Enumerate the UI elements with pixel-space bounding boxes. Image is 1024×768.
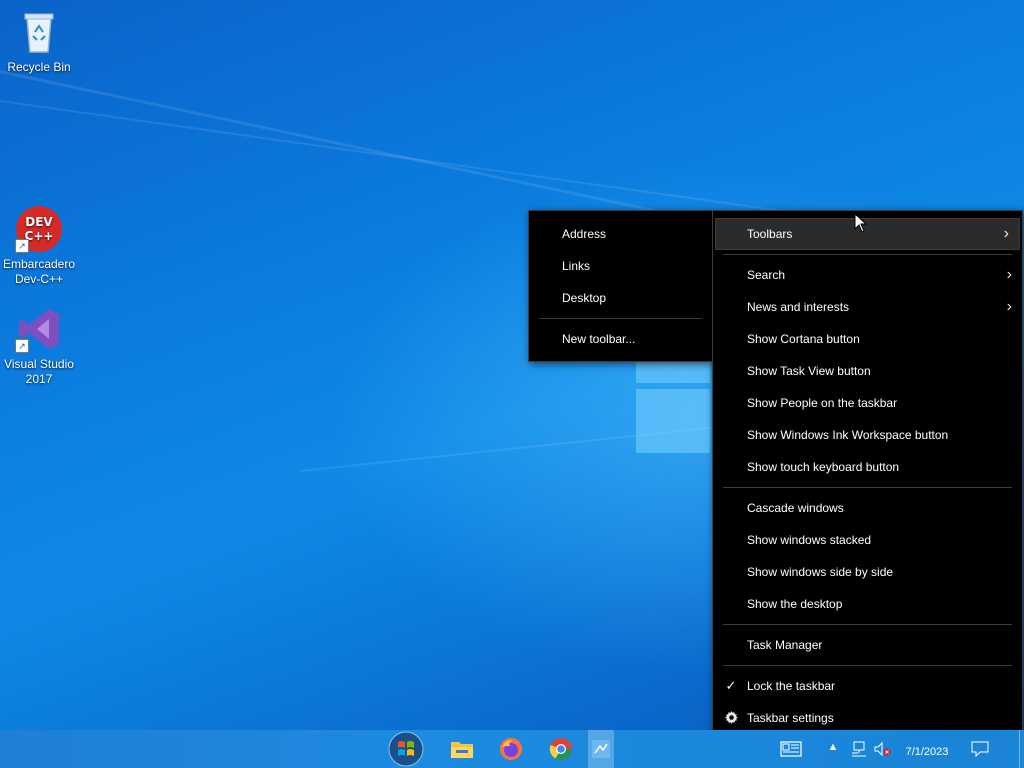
menu-item-label: Address	[562, 227, 607, 241]
svg-text:DEV: DEV	[25, 215, 53, 229]
menu-item-label: Taskbar settings	[747, 711, 834, 725]
menu-item-address[interactable]: Address	[529, 218, 712, 250]
menu-item-label: Task Manager	[747, 638, 823, 652]
menu-item-label: New toolbar...	[562, 332, 636, 346]
dev-cpp-icon: DEV C++ ↗	[15, 205, 63, 253]
menu-separator	[723, 624, 1012, 625]
chevron-right-icon: ›	[1006, 298, 1012, 315]
menu-item-desktop[interactable]: Desktop	[529, 282, 712, 314]
taskbar-firefox[interactable]	[489, 730, 533, 768]
volume-muted-icon	[874, 741, 891, 757]
menu-separator	[723, 665, 1012, 666]
menu-item-show-cortana-button[interactable]: Show Cortana button	[713, 323, 1022, 355]
menu-item-show-the-desktop[interactable]: Show the desktop	[713, 588, 1022, 620]
menu-separator	[539, 318, 702, 319]
menu-item-show-windows-stacked[interactable]: Show windows stacked	[713, 524, 1022, 556]
desktop-icon-label: Recycle Bin	[7, 60, 71, 74]
taskbar[interactable]: ▲ 7/1/2023	[0, 730, 1024, 768]
menu-item-label: Show the desktop	[747, 597, 843, 611]
mouse-cursor-icon	[854, 213, 868, 233]
visual-studio-icon: ↗	[15, 305, 63, 353]
recycle-bin-icon	[15, 8, 63, 56]
desktop-icon-label: Embarcadero Dev-C++	[2, 257, 76, 286]
shortcut-arrow-icon: ↗	[15, 339, 29, 353]
menu-item-new-toolbar[interactable]: New toolbar...	[529, 323, 712, 355]
firefox-icon	[500, 738, 522, 760]
menu-item-label: Show People on the taskbar	[747, 396, 898, 410]
menu-item-show-people[interactable]: Show People on the taskbar	[713, 387, 1022, 419]
notification-icon	[971, 741, 989, 757]
checkmark-icon: ✓	[725, 678, 737, 693]
menu-item-show-ink-workspace[interactable]: Show Windows Ink Workspace button	[713, 419, 1022, 451]
taskbar-clock[interactable]: 7/1/2023	[896, 730, 958, 759]
desktop-icon-recycle-bin[interactable]: Recycle Bin	[1, 8, 77, 75]
network-icon	[852, 741, 866, 757]
network-tray-button[interactable]	[848, 730, 868, 768]
taskbar-chrome[interactable]	[539, 730, 583, 768]
volume-tray-button[interactable]	[872, 730, 892, 768]
menu-item-news-and-interests[interactable]: News and interests ›	[713, 291, 1022, 323]
show-hidden-icons-button[interactable]: ▲	[826, 730, 840, 768]
news-widget-button[interactable]	[778, 730, 804, 768]
taskbar-file-explorer[interactable]	[440, 730, 484, 768]
menu-separator	[723, 487, 1012, 488]
menu-item-label: Links	[562, 259, 591, 273]
taskbar-context-menu: Toolbars › Search › News and interests ›…	[712, 210, 1023, 740]
menu-item-search[interactable]: Search ›	[713, 259, 1022, 291]
menu-item-label: Show touch keyboard button	[747, 460, 900, 474]
chevron-right-icon: ›	[1006, 266, 1012, 283]
file-explorer-icon	[451, 742, 473, 758]
clock-date: 7/1/2023	[905, 746, 949, 758]
menu-item-label: Show Windows Ink Workspace button	[747, 428, 949, 442]
menu-item-task-manager[interactable]: Task Manager	[713, 629, 1022, 661]
desktop-icon-visual-studio[interactable]: ↗ Visual Studio 2017	[1, 305, 77, 387]
action-center-button[interactable]	[966, 730, 994, 768]
start-orb-icon	[388, 731, 424, 767]
menu-item-show-task-view-button[interactable]: Show Task View button	[713, 355, 1022, 387]
taskbar-active-window[interactable]	[588, 730, 614, 768]
menu-separator	[723, 254, 1012, 255]
desktop-icon-dev-cpp[interactable]: DEV C++ ↗ Embarcadero Dev-C++	[1, 205, 77, 287]
desktop-icon-label: Visual Studio 2017	[4, 357, 74, 386]
news-icon	[780, 741, 802, 757]
chevron-up-icon: ▲	[827, 741, 839, 753]
start-button[interactable]	[384, 730, 428, 768]
chevron-right-icon: ›	[1003, 225, 1009, 242]
toolbars-submenu: Address Links Desktop New toolbar...	[528, 210, 713, 362]
active-window-icon	[592, 740, 610, 758]
menu-item-show-windows-side-by-side[interactable]: Show windows side by side	[713, 556, 1022, 588]
menu-item-label: Search	[747, 268, 786, 282]
menu-item-cascade-windows[interactable]: Cascade windows	[713, 492, 1022, 524]
shortcut-arrow-icon: ↗	[15, 239, 29, 253]
menu-item-label: News and interests	[747, 300, 850, 314]
menu-item-label: Toolbars	[747, 227, 793, 241]
menu-item-label: Show Task View button	[747, 364, 871, 378]
menu-item-label: Show windows stacked	[747, 533, 872, 547]
menu-item-label: Desktop	[562, 291, 607, 305]
chrome-icon	[549, 738, 572, 760]
clock-time	[896, 730, 958, 743]
menu-item-label: Show Cortana button	[747, 332, 860, 346]
menu-item-label: Show windows side by side	[747, 565, 894, 579]
menu-item-label: Lock the taskbar	[747, 679, 836, 693]
menu-item-links[interactable]: Links	[529, 250, 712, 282]
menu-item-lock-the-taskbar[interactable]: ✓ Lock the taskbar	[713, 670, 1022, 702]
show-desktop-button[interactable]	[1019, 730, 1024, 768]
menu-item-label: Cascade windows	[747, 501, 844, 515]
menu-item-show-touch-keyboard[interactable]: Show touch keyboard button	[713, 451, 1022, 483]
